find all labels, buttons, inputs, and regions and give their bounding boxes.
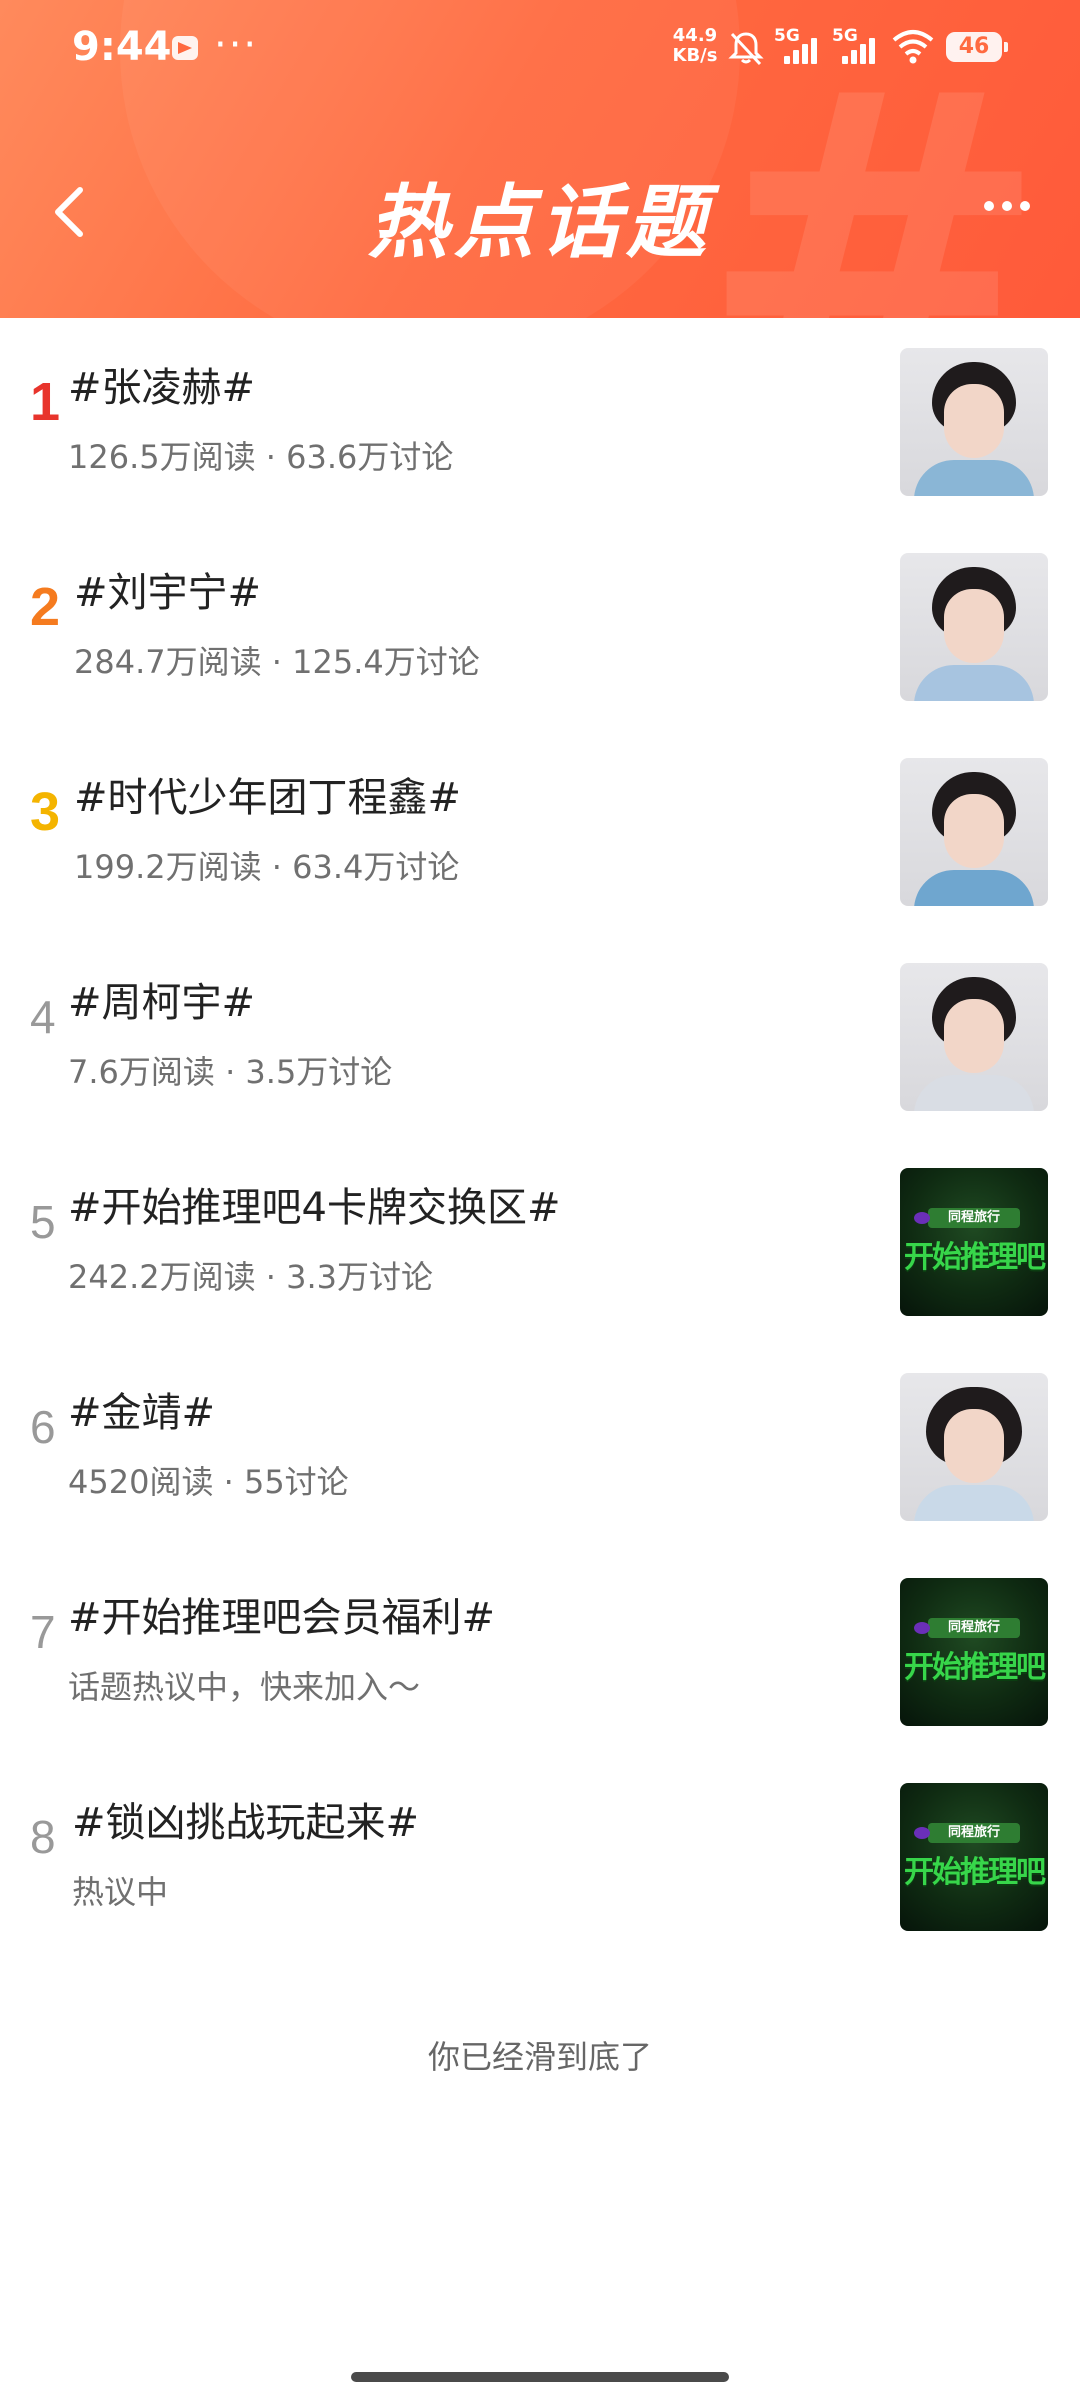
thumb-title: 开始推理吧 xyxy=(904,1240,1046,1275)
topic-thumbnail[interactable]: 同程旅行 开始推理吧 xyxy=(900,1783,1048,1931)
status-time: 9:44 xyxy=(72,24,172,70)
signal-icon-sim1: 5G xyxy=(774,26,830,68)
topic-title[interactable]: #开始推理吧会员福利# xyxy=(68,1592,868,1644)
rank-number: 7 xyxy=(30,1606,56,1658)
rank-number: 2 xyxy=(30,577,61,637)
topic-title[interactable]: #时代少年团丁程鑫# xyxy=(74,772,874,824)
rank-number: 4 xyxy=(30,991,56,1043)
topic-title[interactable]: #锁凶挑战玩起来# xyxy=(72,1797,872,1849)
topic-thumbnail[interactable] xyxy=(900,758,1048,906)
topic-thumbnail[interactable]: 同程旅行 开始推理吧 xyxy=(900,1168,1048,1316)
topic-thumbnail[interactable]: 同程旅行 开始推理吧 xyxy=(900,1578,1048,1726)
topic-stats: 热议中 xyxy=(72,1873,169,1911)
thumb-brand: 同程旅行 xyxy=(914,1823,1020,1843)
thumb-brand: 同程旅行 xyxy=(914,1618,1020,1638)
net-speed-value: 44.9 xyxy=(672,25,718,46)
topic-row[interactable]: 1 #张凌赫# 126.5万阅读 · 63.6万讨论 xyxy=(0,318,1080,523)
net-speed-unit: KB/s xyxy=(672,45,718,66)
rank-number: 3 xyxy=(30,782,61,842)
topic-stats: 话题热议中，快来加入～ xyxy=(68,1668,421,1706)
topic-row[interactable]: 4 #周柯宇# 7.6万阅读 · 3.5万讨论 xyxy=(0,933,1080,1138)
topic-thumbnail[interactable] xyxy=(900,553,1048,701)
more-dots-icon[interactable] xyxy=(980,196,1050,226)
sim1-label: 5G xyxy=(774,26,800,46)
wifi-icon xyxy=(892,30,934,64)
topic-row[interactable]: 2 #刘宇宁# 284.7万阅读 · 125.4万讨论 xyxy=(0,523,1080,728)
thumb-title: 开始推理吧 xyxy=(904,1855,1046,1890)
sim2-label: 5G xyxy=(832,26,858,46)
topic-title[interactable]: #周柯宇# xyxy=(68,977,868,1029)
topic-stats: 7.6万阅读 · 3.5万讨论 xyxy=(68,1053,393,1091)
topic-title[interactable]: #开始推理吧4卡牌交换区# xyxy=(68,1182,868,1234)
topic-row[interactable]: 8 #锁凶挑战玩起来# 热议中 同程旅行 开始推理吧 xyxy=(0,1753,1080,1958)
topic-stats: 126.5万阅读 · 63.6万讨论 xyxy=(68,438,454,476)
topic-row[interactable]: 6 #金靖# 4520阅读 · 55讨论 xyxy=(0,1343,1080,1548)
topic-title[interactable]: #张凌赫# xyxy=(68,362,868,414)
topic-title[interactable]: #金靖# xyxy=(68,1387,868,1439)
topic-stats: 284.7万阅读 · 125.4万讨论 xyxy=(74,643,480,681)
topic-stats: 199.2万阅读 · 63.4万讨论 xyxy=(74,848,460,886)
signal-icon-sim2: 5G xyxy=(832,26,888,68)
telegram-icon xyxy=(172,36,198,60)
page: # 9:44 ··· 44.9 KB/s 5G 5G 46 热点话题 1 #张凌… xyxy=(0,0,1080,2400)
thumb-title: 开始推理吧 xyxy=(904,1650,1046,1685)
end-of-list-text: 你已经滑到底了 xyxy=(427,2038,652,2076)
page-title: 热点话题 xyxy=(368,176,712,269)
topic-row[interactable]: 3 #时代少年团丁程鑫# 199.2万阅读 · 63.4万讨论 xyxy=(0,728,1080,933)
status-more-dots: ··· xyxy=(214,22,259,68)
topic-thumbnail[interactable] xyxy=(900,348,1048,496)
thumb-brand: 同程旅行 xyxy=(914,1208,1020,1228)
topic-row[interactable]: 5 #开始推理吧4卡牌交换区# 242.2万阅读 · 3.3万讨论 同程旅行 开… xyxy=(0,1138,1080,1343)
rank-number: 6 xyxy=(30,1401,56,1453)
rank-number: 5 xyxy=(30,1196,56,1248)
home-indicator[interactable] xyxy=(351,2372,729,2382)
net-speed: 44.9 KB/s xyxy=(670,26,720,66)
header: # 9:44 ··· 44.9 KB/s 5G 5G 46 热点话题 xyxy=(0,0,1080,318)
topic-thumbnail[interactable] xyxy=(900,1373,1048,1521)
bell-muted-icon xyxy=(728,32,764,66)
rank-number: 1 xyxy=(30,372,61,432)
topic-stats: 242.2万阅读 · 3.3万讨论 xyxy=(68,1258,434,1296)
rank-number: 8 xyxy=(30,1811,56,1863)
topic-row[interactable]: 7 #开始推理吧会员福利# 话题热议中，快来加入～ 同程旅行 开始推理吧 xyxy=(0,1548,1080,1753)
topic-thumbnail[interactable] xyxy=(900,963,1048,1111)
topic-title[interactable]: #刘宇宁# xyxy=(74,567,874,619)
battery-icon: 46 xyxy=(946,32,1008,62)
topic-stats: 4520阅读 · 55讨论 xyxy=(68,1463,349,1501)
status-bar: 9:44 ··· 44.9 KB/s 5G 5G 46 xyxy=(0,0,1080,100)
